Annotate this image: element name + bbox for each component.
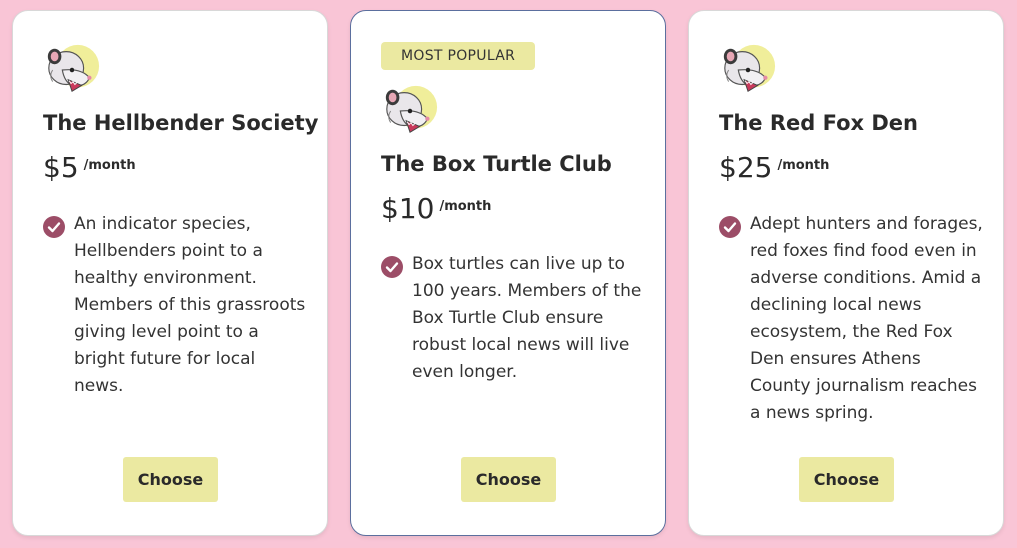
pricing-card-box-turtle: MOST POPULAR The Box Turtle Club $10/mon… — [350, 10, 666, 536]
price-amount: $10 — [381, 192, 435, 225]
feature-description: An indicator species, Hellbenders point … — [74, 214, 306, 396]
feature-item: An indicator species, Hellbenders point … — [43, 211, 309, 400]
card-title: The Hellbender Society — [43, 111, 319, 135]
price-period: /month — [777, 158, 830, 173]
opossum-mascot-icon — [381, 82, 439, 140]
choose-button[interactable]: Choose — [123, 457, 218, 502]
pricing-card-red-fox: The Red Fox Den $25/month Adept hunters … — [688, 10, 1004, 536]
card-title: The Red Fox Den — [719, 111, 918, 135]
choose-button[interactable]: Choose — [799, 457, 894, 502]
feature-item: Box turtles can live up to 100 years. Me… — [381, 251, 647, 386]
card-price: $5/month — [43, 151, 136, 184]
most-popular-badge: MOST POPULAR — [381, 42, 536, 70]
price-amount: $25 — [719, 151, 773, 184]
feature-description: Box turtles can live up to 100 years. Me… — [412, 254, 642, 382]
card-title: The Box Turtle Club — [381, 152, 612, 176]
price-period: /month — [83, 158, 136, 173]
opossum-mascot-icon — [719, 41, 777, 99]
card-price: $10/month — [381, 192, 491, 225]
feature-item: Adept hunters and forages, red foxes fin… — [719, 211, 985, 427]
check-icon — [43, 216, 65, 238]
check-icon — [381, 256, 403, 278]
choose-button[interactable]: Choose — [461, 457, 556, 502]
pricing-card-hellbender: The Hellbender Society $5/month An indic… — [12, 10, 328, 536]
check-icon — [719, 216, 741, 238]
feature-description: Adept hunters and forages, red foxes fin… — [750, 214, 983, 423]
card-price: $25/month — [719, 151, 829, 184]
opossum-mascot-icon — [43, 41, 101, 99]
price-period: /month — [439, 199, 492, 214]
price-amount: $5 — [43, 151, 79, 184]
